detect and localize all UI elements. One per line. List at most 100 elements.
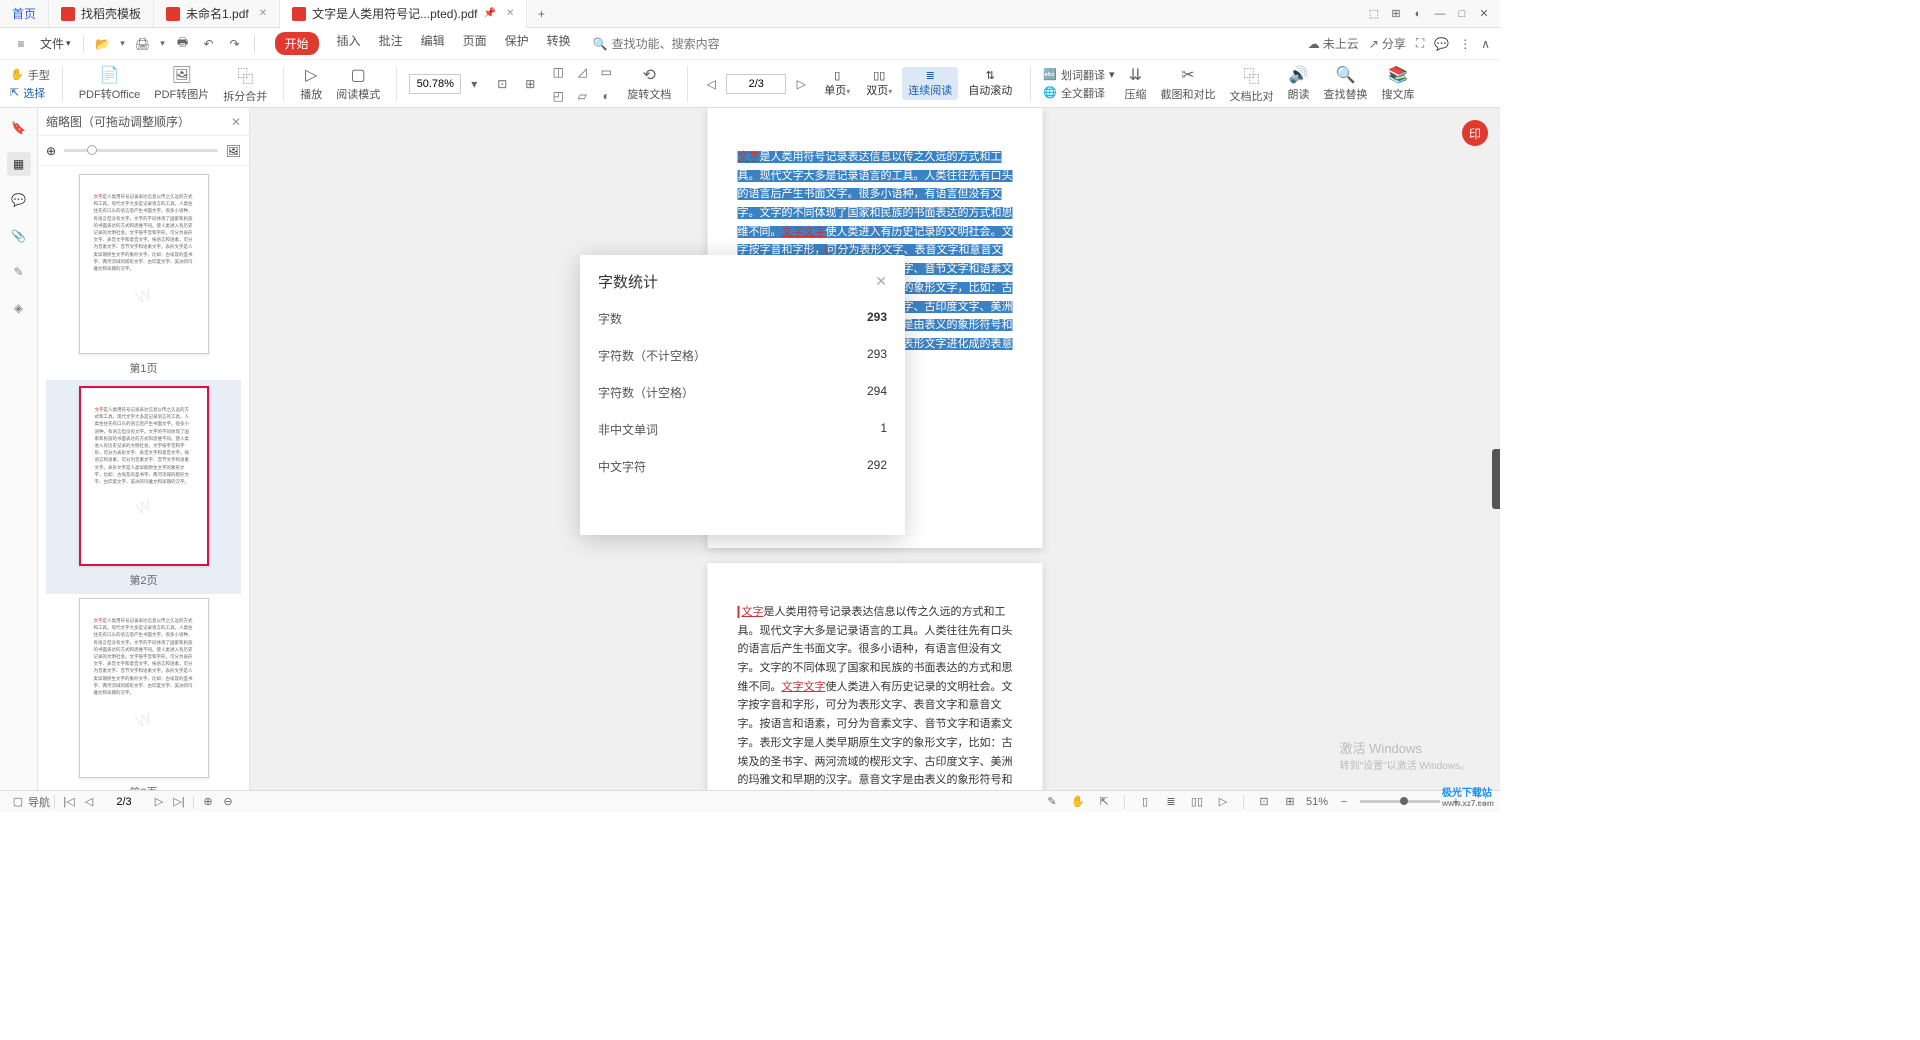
dialog-close-icon[interactable]: ✕ [875,273,887,290]
souwen[interactable]: 📚搜文库 [1378,65,1419,102]
split-merge[interactable]: ⿻拆分合并 [219,63,271,104]
hand-tool[interactable]: ✋ 手型 [10,67,50,83]
sb-hand-icon[interactable]: ✋ [1068,793,1088,811]
sb-last-icon[interactable]: ▷| [169,793,189,811]
play[interactable]: ▷播放 [296,65,326,102]
open-icon[interactable]: 📂 [92,33,114,55]
cloud-status[interactable]: ☁ 未上云 [1308,35,1359,52]
pdf-to-office[interactable]: 📄PDF转Office [75,65,145,102]
tab-home[interactable]: 首页 [0,0,49,28]
tool2-icon[interactable]: ◿ [571,61,593,83]
print-dd[interactable]: ▾ [158,33,168,55]
tab-current[interactable]: 文字是人类用符号记...pted).pdf📌✕ [280,0,527,28]
search-box[interactable]: 🔍 [593,37,752,51]
sb-zoom-out-icon[interactable]: − [1334,793,1354,811]
fullscreen-icon[interactable]: ⛶ [1416,36,1424,51]
sb-fit-icon[interactable]: ⊡ [1254,793,1274,811]
side-handle[interactable] [1492,449,1500,509]
pin-icon[interactable]: 📌 [484,8,496,19]
thumb-size-slider[interactable] [64,149,218,152]
layers-icon[interactable]: ◈ [7,296,31,320]
mark-translate[interactable]: 🔤 划词翻译 ▾ [1043,67,1114,83]
prev-page-icon[interactable]: ◁ [700,73,722,95]
ribbon-edit[interactable]: 编辑 [421,32,445,55]
file-menu[interactable]: 文件▾ [36,33,75,54]
sb-cont-icon[interactable]: ≣ [1161,793,1181,811]
full-translate[interactable]: 🌐 全文翻译 [1043,85,1114,101]
tool4-icon[interactable]: ◰ [547,85,569,107]
two-page[interactable]: ▯▯双页▾ [860,67,898,100]
sb-page-input[interactable] [99,796,149,808]
close-window-icon[interactable]: ✕ [1474,4,1494,24]
fitwidth-icon[interactable]: ⊞ [519,73,541,95]
ribbon-protect[interactable]: 保护 [505,32,529,55]
ribbon-insert[interactable]: 插入 [337,32,361,55]
select-tool[interactable]: ⇱ 选择 [10,85,50,101]
sb-play-icon[interactable]: ▷ [1213,793,1233,811]
comment-icon[interactable]: 💬 [7,188,31,212]
attachment-icon[interactable]: 📎 [7,224,31,248]
read-aloud[interactable]: 🔊朗读 [1284,65,1314,102]
thumbnail-icon[interactable]: ▦ [7,152,31,176]
zoom-input[interactable] [409,74,461,94]
slider-knob[interactable] [1400,797,1408,805]
next-page-icon[interactable]: ▷ [790,73,812,95]
sb-panel-icon[interactable]: ▢ [8,793,28,811]
auto-scroll[interactable]: ⇅自动滚动 [962,67,1018,100]
thumbnail-1[interactable]: 文字是人类用符号记录表达信息以传之久远的方式和工具。现代文字大多是记录语言的工具… [46,174,241,376]
sb-single-icon[interactable]: ▯ [1135,793,1155,811]
highlighted-text[interactable]: 文字是人类用符号记录表达信息以传之久远的方式和工具。现代文字大多是记录语言的工具… [738,151,1013,256]
collapse-icon[interactable]: ∧ [1481,37,1490,51]
picture-icon[interactable]: 🖼 [226,144,241,158]
fitpage-icon[interactable]: ⊡ [491,73,513,95]
sb-note-icon[interactable]: ✎ [1042,793,1062,811]
bookmark-icon[interactable]: 🔖 [7,116,31,140]
maximize-icon[interactable]: □ [1452,4,1472,24]
tool5-icon[interactable]: ▱ [571,85,593,107]
more-icon[interactable]: ⋮ [1459,37,1471,51]
new-tab-button[interactable]: + [527,7,555,21]
hamburger-icon[interactable]: ≡ [10,33,32,55]
compress[interactable]: ⇊压缩 [1121,65,1151,102]
sb-next-icon[interactable]: ▷ [149,793,169,811]
signature-icon[interactable]: ✎ [7,260,31,284]
ribbon-convert[interactable]: 转换 [547,32,571,55]
close-icon[interactable]: ✕ [506,8,514,19]
split-icon[interactable]: ⬚ [1364,4,1384,24]
tool1-icon[interactable]: ◫ [547,61,569,83]
sb-zoom-slider[interactable] [1360,800,1440,803]
undo-icon[interactable]: ↶ [198,33,220,55]
sb-minus-icon[interactable]: ⊖ [218,793,238,811]
screenshot-compare[interactable]: ✂截图和对比 [1157,65,1220,102]
thumbnail-2[interactable]: 文字是人类用符号记录表达信息以传之久远的方式和工具。现代文字大多是记录语言的工具… [46,380,241,594]
thumbnail-3[interactable]: 文字是人类用符号记录表达信息以传之久远的方式和工具。现代文字大多是记录语言的工具… [46,598,241,790]
doc-text[interactable]: 使人类进入有历史记录的文明社会。文字按字音和字形，可分为表形文字、表音文字和意音… [738,681,1013,790]
grid-icon[interactable]: ⊞ [1386,4,1406,24]
ribbon-review[interactable]: 批注 [379,32,403,55]
user-icon[interactable]: ◐ [1408,4,1428,24]
sb-fitw-icon[interactable]: ⊞ [1280,793,1300,811]
pdf-to-image[interactable]: 🖼PDF转图片 [150,65,213,102]
search-input[interactable] [612,37,752,51]
file-compare[interactable]: ⿻文档比对 [1226,63,1278,104]
close-panel-icon[interactable]: ✕ [231,115,241,129]
sb-plus-icon[interactable]: ⊕ [198,793,218,811]
share-button[interactable]: ↗ 分享 [1369,35,1406,52]
ribbon-start[interactable]: 开始 [275,32,319,55]
print-icon[interactable]: 🖨 [132,33,154,55]
zoom-dd[interactable]: ▾ [463,73,485,95]
tool6-icon[interactable]: ◐ [595,85,617,107]
rotate[interactable]: ⟲旋转文档 [623,65,675,102]
sb-first-icon[interactable]: |◁ [59,793,79,811]
read-mode[interactable]: ▢阅读模式 [332,65,384,102]
page-input[interactable] [726,74,786,94]
tab-unnamed[interactable]: 未命名1.pdf✕ [154,0,280,28]
tab-template[interactable]: 找稻壳模板 [49,0,154,28]
single-page[interactable]: ▯单页▾ [818,67,856,100]
sb-select-icon[interactable]: ⇱ [1094,793,1114,811]
find-replace[interactable]: 🔍查找替换 [1320,65,1372,102]
stamp-tool-icon[interactable]: 印 [1462,120,1488,146]
close-icon[interactable]: ✕ [259,8,267,19]
sb-two-icon[interactable]: ▯▯ [1187,793,1207,811]
doc-text[interactable]: 是人类用符号记录表达信息以传之久远的方式和工具。现代文字大多是记录语言的工具。人… [738,606,1013,693]
